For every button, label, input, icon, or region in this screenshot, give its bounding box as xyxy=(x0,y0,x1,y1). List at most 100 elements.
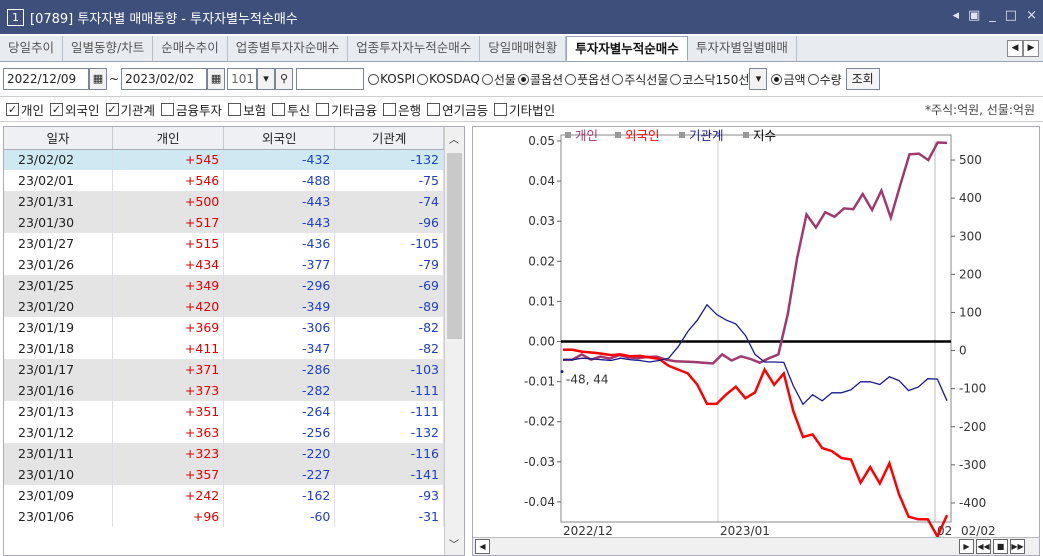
table-row[interactable]: 23/02/02 +545 -432 -132 xyxy=(4,149,444,170)
column-header-0[interactable]: 일자 xyxy=(4,127,114,150)
date-to-input[interactable]: 2023/02/02 xyxy=(121,68,208,90)
scroll-up-icon[interactable]: ︿ xyxy=(449,131,459,146)
table-row[interactable]: 23/01/09 +242 -162 -93 xyxy=(4,485,444,506)
market-radio-0[interactable]: KOSPI xyxy=(366,71,415,88)
checkbox-box[interactable]: ✓ xyxy=(105,102,119,116)
investor-checkbox-1[interactable]: ✓ 외국인 xyxy=(50,100,100,119)
query-button[interactable]: 조회 xyxy=(845,68,880,90)
table-row[interactable]: 23/01/20 +420 -349 -89 xyxy=(4,296,444,317)
column-header-3[interactable]: 기관계 xyxy=(334,127,444,150)
market-radio-dot[interactable] xyxy=(417,73,429,85)
market-radio-3[interactable]: 콜옵션 xyxy=(516,71,563,88)
investor-checkbox-5[interactable]: 투신 xyxy=(272,100,310,119)
investor-checkbox-4[interactable]: 보험 xyxy=(228,100,266,119)
table-row[interactable]: 23/01/10 +357 -227 -141 xyxy=(4,464,444,485)
investor-checkbox-6[interactable]: 기타금융 xyxy=(316,100,377,119)
market-radio-6[interactable]: 코스닥150선 xyxy=(668,71,749,88)
tab-5[interactable]: 당일매매현황 xyxy=(480,36,567,61)
column-header-1[interactable]: 개인 xyxy=(112,127,225,150)
screen-icon[interactable]: ▣ xyxy=(968,8,980,23)
investor-checkbox-7[interactable]: 은행 xyxy=(383,100,421,119)
table-cell: +323 xyxy=(112,443,225,464)
table-row[interactable]: 23/01/18 +411 -347 -82 xyxy=(4,338,444,359)
market-radio-dot[interactable] xyxy=(368,73,380,85)
scroll-thumb[interactable] xyxy=(447,153,462,339)
checkbox-box[interactable] xyxy=(316,102,330,116)
market-radio-dot[interactable] xyxy=(481,73,493,85)
chart-forward-icon[interactable]: ▶▶ xyxy=(1010,539,1025,554)
table-cell: -282 xyxy=(223,380,336,401)
market-radio-dot[interactable] xyxy=(517,73,529,85)
chart-next-icon[interactable]: ▶ xyxy=(959,539,974,554)
unit-radio-dot[interactable] xyxy=(771,73,783,85)
table-row[interactable]: 23/01/11 +323 -220 -116 xyxy=(4,443,444,464)
table-row[interactable]: 23/01/26 +434 -377 -79 xyxy=(4,254,444,275)
unit-radio-0[interactable]: 금액 xyxy=(769,71,806,88)
calendar-to-icon[interactable]: ▦ xyxy=(207,68,226,90)
table-row[interactable]: 23/01/27 +515 -436 -105 xyxy=(4,233,444,254)
tab-left-icon[interactable]: ◀ xyxy=(1007,40,1023,57)
chart-scroll-left-icon[interactable]: ◀ xyxy=(475,539,490,554)
date-from-input[interactable]: 2022/12/09 xyxy=(3,68,89,90)
table-row[interactable]: 23/01/16 +373 -282 -111 xyxy=(4,380,444,401)
maximize-icon[interactable]: □ xyxy=(1005,8,1017,23)
market-radio-2[interactable]: 선물 xyxy=(480,71,516,88)
market-radio-dot[interactable] xyxy=(565,73,577,85)
checkbox-box[interactable] xyxy=(383,102,397,116)
tab-4[interactable]: 업종투자자누적순매수 xyxy=(348,36,481,61)
investor-checkbox-2[interactable]: ✓ 기관계 xyxy=(105,100,155,119)
table-row[interactable]: 23/01/12 +363 -256 -132 xyxy=(4,422,444,443)
market-radio-4[interactable]: 풋옵션 xyxy=(563,71,610,88)
investor-checkbox-8[interactable]: 연기금등 xyxy=(427,100,488,119)
right-tick-label: 300 xyxy=(959,229,982,243)
tab-3[interactable]: 업종별투자자순매수 xyxy=(228,36,349,61)
chart-rewind-icon[interactable]: ◀◀ xyxy=(976,539,991,554)
calendar-from-icon[interactable]: ▦ xyxy=(89,68,107,90)
market-radio-dot[interactable] xyxy=(612,73,624,85)
chart-stop-icon[interactable]: ■ xyxy=(993,539,1008,554)
scroll-down-icon[interactable]: ﹀ xyxy=(449,536,459,551)
checkbox-box[interactable] xyxy=(161,102,175,116)
market-radio-dot[interactable] xyxy=(670,73,682,85)
table-row[interactable]: 23/01/13 +351 -264 -111 xyxy=(4,401,444,422)
tab-7[interactable]: 투자자별일별매매 xyxy=(688,36,797,61)
investor-checkbox-9[interactable]: 기타법인 xyxy=(494,100,555,119)
table-row[interactable]: 23/01/19 +369 -306 -82 xyxy=(4,317,444,338)
chevron-down-icon[interactable]: ▾ xyxy=(257,68,276,90)
table-row[interactable]: 23/01/31 +500 -443 -74 xyxy=(4,191,444,212)
tab-0[interactable]: 당일추이 xyxy=(0,36,64,61)
market-dropdown-icon[interactable]: ▾ xyxy=(749,68,768,90)
checkbox-box[interactable]: ✓ xyxy=(6,102,19,116)
table-row[interactable]: 23/02/01 +546 -488 -75 xyxy=(4,170,444,191)
table-cell: +420 xyxy=(112,296,225,317)
tab-right-icon[interactable]: ▶ xyxy=(1023,40,1039,57)
horizontal-scrollbar[interactable]: ◀ ▶ ◀◀ ■ ▶▶ xyxy=(473,537,1039,555)
count-select[interactable]: 101 xyxy=(227,68,258,90)
checkbox-box[interactable] xyxy=(494,102,508,116)
close-icon[interactable]: × xyxy=(1026,8,1037,23)
minimize-icon[interactable]: _ xyxy=(989,8,996,23)
table-row[interactable]: 23/01/30 +517 -443 -96 xyxy=(4,212,444,233)
investor-checkbox-3[interactable]: 금융투자 xyxy=(161,100,222,119)
unit-radio-1[interactable]: 수량 xyxy=(806,71,842,88)
tab-2[interactable]: 순매수추이 xyxy=(153,36,228,61)
market-radio-5[interactable]: 주식선물 xyxy=(610,71,668,88)
table-row[interactable]: 23/01/06 +96 -60 -31 xyxy=(4,506,444,527)
tab-6[interactable]: 투자자별누적순매수 xyxy=(566,36,688,61)
checkbox-box[interactable]: ✓ xyxy=(50,102,64,116)
checkbox-box[interactable] xyxy=(272,102,286,116)
table-row[interactable]: 23/01/17 +371 -286 -103 xyxy=(4,359,444,380)
back-icon[interactable]: ◂ xyxy=(952,8,959,23)
x-axis-label: 2022/12 xyxy=(563,524,613,537)
investor-checkbox-0[interactable]: ✓ 개인 xyxy=(6,100,44,119)
search-input[interactable] xyxy=(296,68,365,90)
column-header-2[interactable]: 외국인 xyxy=(223,127,336,150)
unit-radio-dot[interactable] xyxy=(807,73,819,85)
checkbox-box[interactable] xyxy=(228,102,242,116)
tab-1[interactable]: 일별동향/차트 xyxy=(63,36,154,61)
market-radio-1[interactable]: KOSDAQ xyxy=(415,71,480,88)
checkbox-box[interactable] xyxy=(427,102,441,116)
vertical-scrollbar[interactable]: ︿ ﹀ xyxy=(444,127,464,555)
table-row[interactable]: 23/01/25 +349 -296 -69 xyxy=(4,275,444,296)
search-icon[interactable]: ⚲ xyxy=(275,68,294,90)
